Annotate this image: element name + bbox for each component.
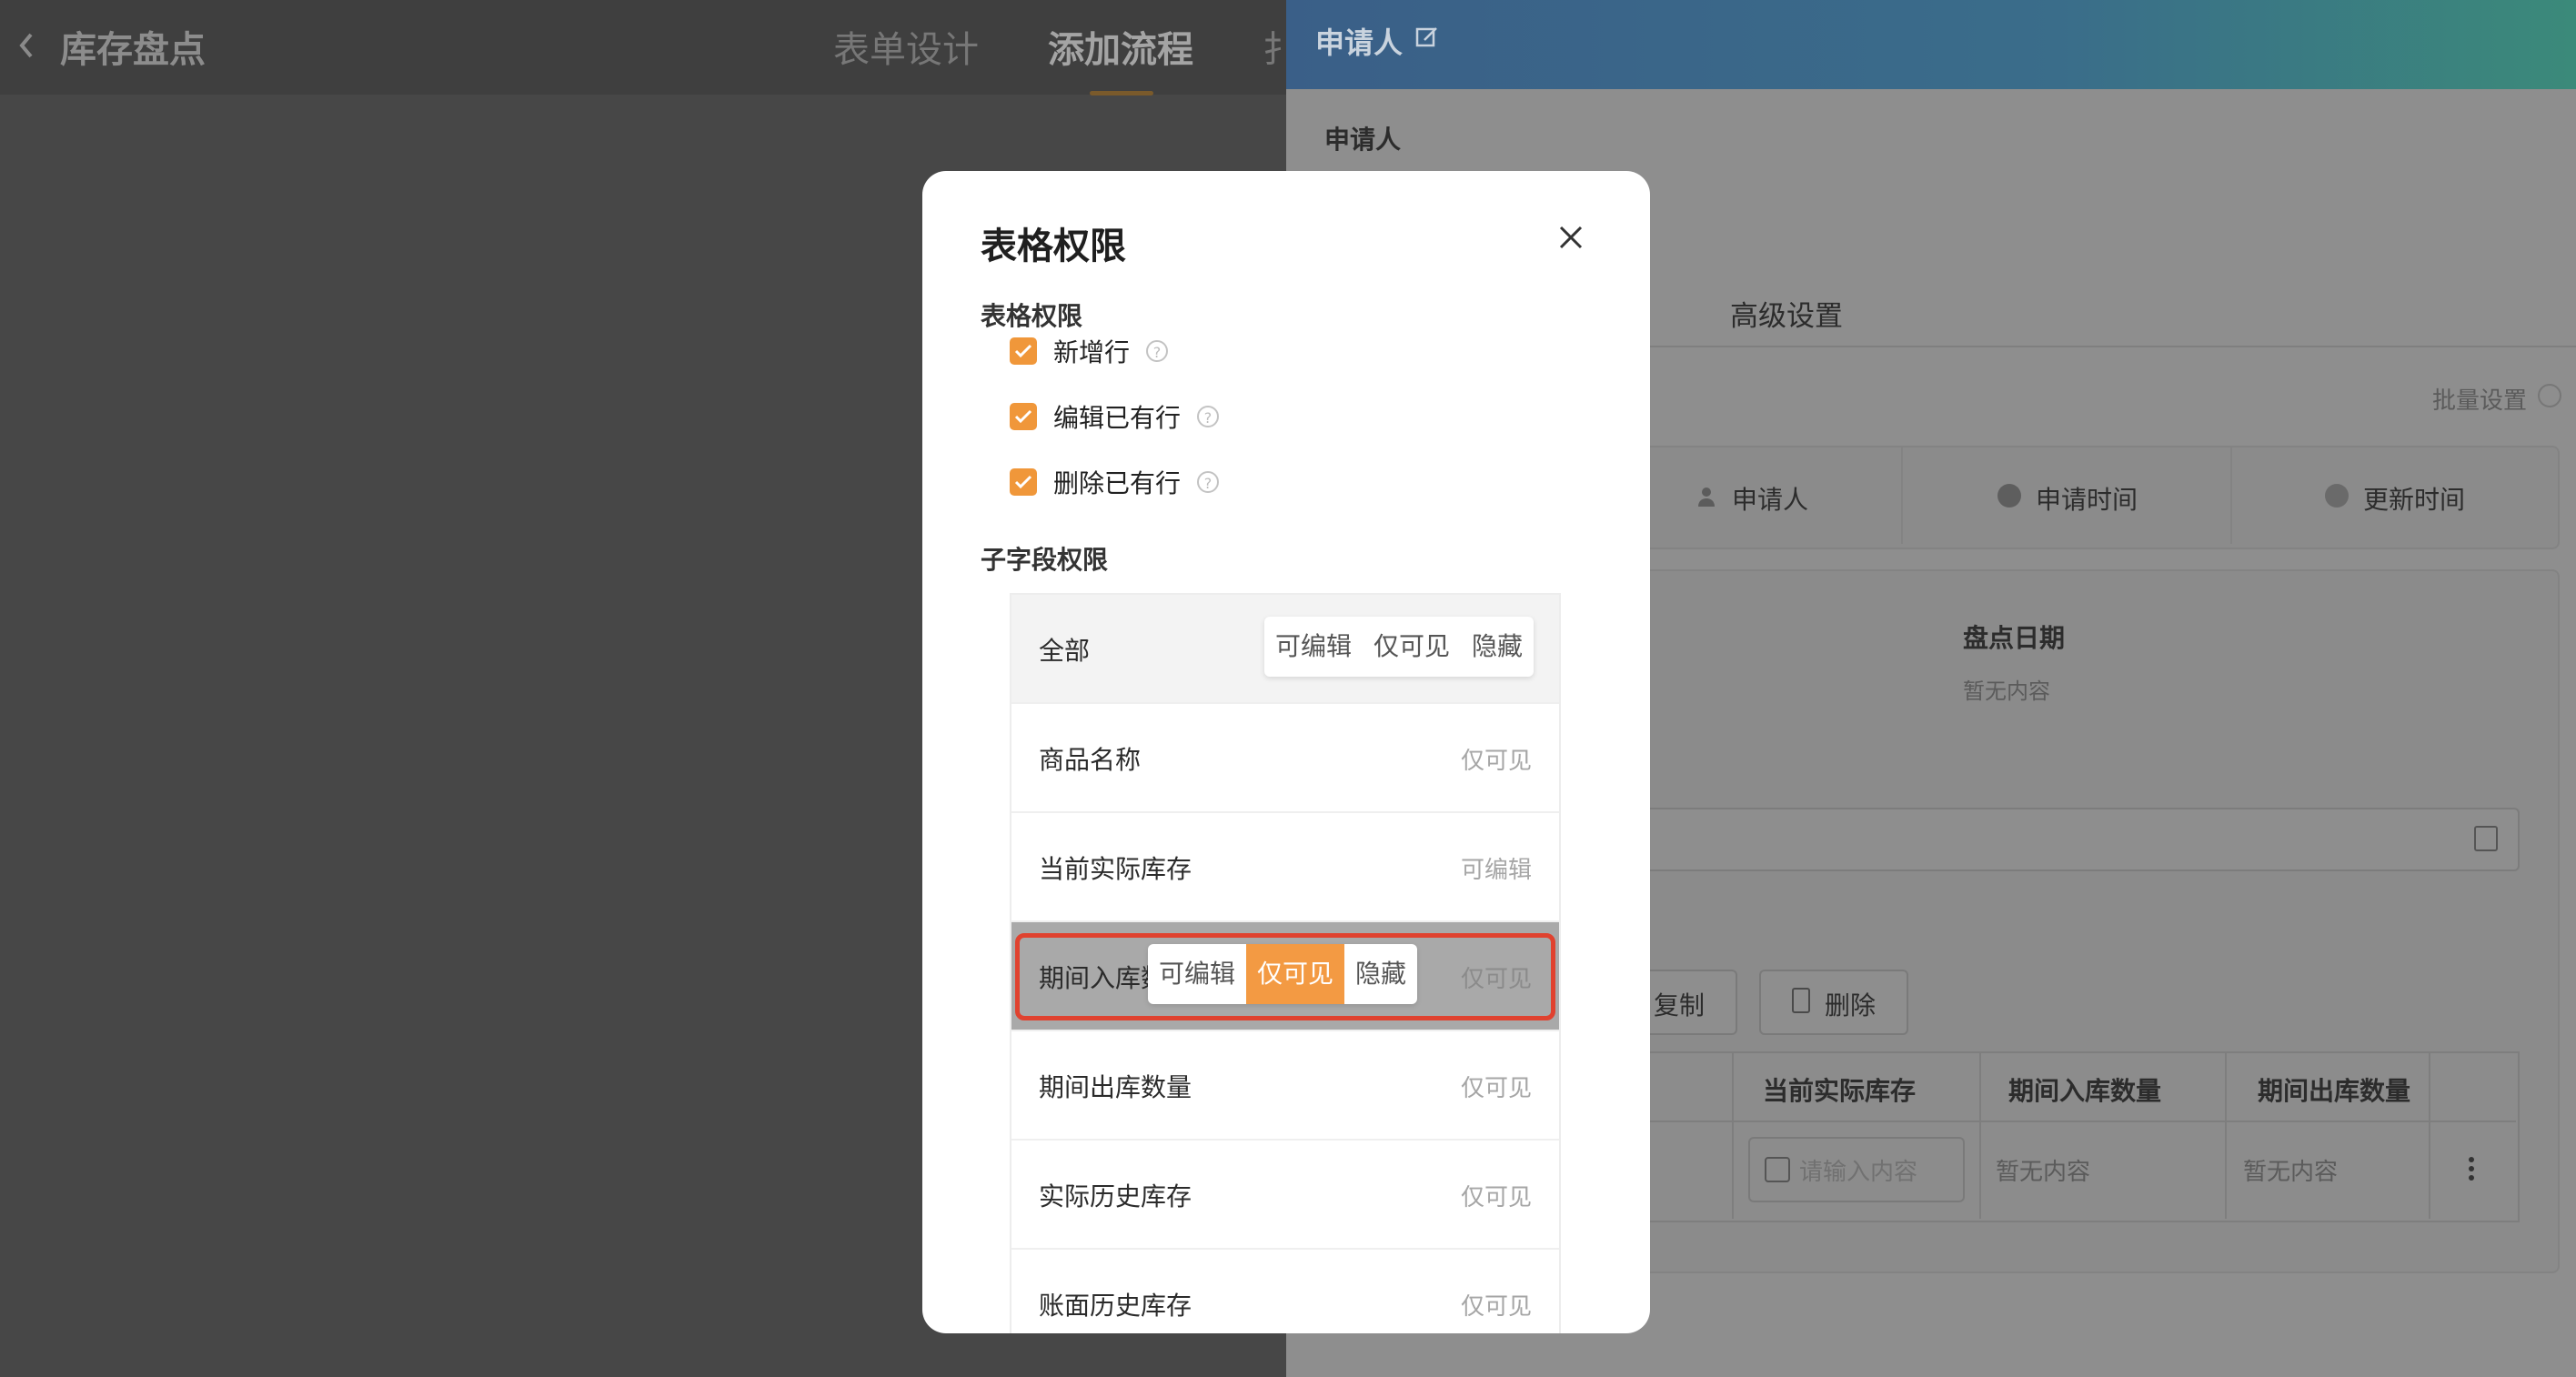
date-field-empty: 暂无内容 bbox=[1963, 678, 2050, 704]
field-apply-time[interactable]: 申请时间 bbox=[2036, 480, 2138, 517]
checkbox-checked[interactable] bbox=[1010, 468, 1037, 496]
divider bbox=[2225, 1051, 2227, 1219]
help-icon[interactable]: ? bbox=[1197, 406, 1220, 427]
option-view-only[interactable]: 仅可见 bbox=[1363, 617, 1461, 677]
active-tab-indicator bbox=[1090, 91, 1153, 95]
list-item[interactable]: 商品名称 仅可见 bbox=[1011, 704, 1559, 813]
tab-advanced-settings[interactable]: 高级设置 bbox=[1730, 293, 1843, 334]
drawer-title: 申请人 bbox=[1315, 25, 1404, 60]
list-item-name: 账面历史库存 bbox=[1039, 1291, 1192, 1321]
editor-header: 库存盘点 表单设计 添加流程 扌 bbox=[0, 0, 1299, 95]
table-header: 当前实际库存 bbox=[1763, 1076, 1917, 1106]
divider bbox=[2230, 447, 2232, 544]
list-item[interactable]: 当前实际库存 可编辑 bbox=[1011, 813, 1559, 922]
page-title: 库存盘点 bbox=[60, 29, 206, 71]
list-item-permission[interactable]: 仅可见 bbox=[1461, 1179, 1532, 1212]
help-icon[interactable]: ? bbox=[1197, 471, 1220, 493]
list-item-name: 当前实际库存 bbox=[1039, 854, 1192, 884]
user-icon bbox=[1697, 486, 1716, 508]
list-item-permission[interactable]: 仅可见 bbox=[1461, 742, 1532, 776]
close-icon[interactable] bbox=[1555, 222, 1586, 253]
inventory-input-placeholder: 请输入内容 bbox=[1799, 1159, 1918, 1186]
divider bbox=[1979, 1051, 1981, 1219]
checkbox-row-add[interactable]: 新增行 ? bbox=[1010, 333, 1169, 369]
subfield-permission-section-title: 子字段权限 bbox=[981, 545, 1109, 575]
copy-button-label: 复制 bbox=[1654, 990, 1706, 1020]
date-field-label: 盘点日期 bbox=[1963, 623, 2066, 653]
number-icon bbox=[1765, 1157, 1790, 1182]
highlight-box bbox=[1015, 933, 1555, 1020]
table-header: 期间出库数量 bbox=[2258, 1076, 2411, 1106]
field-update-time[interactable]: 更新时间 bbox=[2363, 480, 2465, 517]
list-item-name: 实际历史库存 bbox=[1039, 1181, 1192, 1211]
checkbox-label: 删除已有行 bbox=[1053, 468, 1182, 498]
table-permission-section-title: 表格权限 bbox=[981, 301, 1083, 331]
clock-icon bbox=[1997, 484, 2021, 508]
table-permission-modal: 表格权限 表格权限 新增行 ? 编辑已有行 ? 删除已有行 ? 子字段权限 全部… bbox=[922, 171, 1650, 1333]
divider bbox=[2429, 1051, 2430, 1219]
list-item[interactable]: 账面历史库存 仅可见 bbox=[1011, 1250, 1559, 1333]
list-item-name: 商品名称 bbox=[1039, 745, 1142, 775]
calendar-icon bbox=[2474, 826, 2498, 851]
drawer-header: 申请人 bbox=[1286, 0, 2576, 89]
checkbox-row-delete[interactable]: 删除已有行 ? bbox=[1010, 464, 1220, 500]
edit-icon[interactable] bbox=[1415, 25, 1439, 49]
checkbox-checked[interactable] bbox=[1010, 403, 1037, 430]
table-cell: 暂无内容 bbox=[2243, 1159, 2339, 1186]
checkbox-checked[interactable] bbox=[1010, 337, 1037, 365]
batch-permission-selector: 可编辑 仅可见 隐藏 bbox=[1264, 617, 1535, 677]
table-header: 期间入库数量 bbox=[2008, 1076, 2162, 1106]
option-editable[interactable]: 可编辑 bbox=[1264, 617, 1363, 677]
tab-add-process[interactable]: 添加流程 bbox=[1048, 20, 1193, 73]
trash-icon bbox=[1792, 988, 1810, 1013]
more-vertical-icon[interactable] bbox=[2469, 1157, 2474, 1181]
help-icon bbox=[2538, 384, 2561, 407]
divider bbox=[1901, 447, 1903, 544]
help-icon[interactable]: ? bbox=[1146, 340, 1169, 362]
table-cell: 暂无内容 bbox=[1996, 1159, 2091, 1186]
option-hidden[interactable]: 隐藏 bbox=[1461, 617, 1534, 677]
list-item-name: 期间出库数量 bbox=[1039, 1072, 1192, 1102]
field-applicant[interactable]: 申请人 bbox=[1732, 480, 1808, 517]
batch-settings-link[interactable]: 批量设置 bbox=[2432, 382, 2527, 416]
list-item-permission[interactable]: 可编辑 bbox=[1461, 851, 1532, 885]
list-item-permission[interactable]: 仅可见 bbox=[1461, 1288, 1532, 1322]
date-input[interactable] bbox=[1637, 808, 2520, 871]
chevron-left-icon[interactable] bbox=[16, 27, 36, 64]
checkbox-label: 新增行 bbox=[1053, 337, 1131, 367]
list-item-permission[interactable]: 仅可见 bbox=[1461, 1070, 1532, 1103]
checkbox-label: 编辑已有行 bbox=[1053, 403, 1182, 433]
list-item-all: 全部 可编辑 仅可见 隐藏 bbox=[1011, 595, 1559, 704]
globe-icon bbox=[2325, 484, 2349, 508]
drawer-section-label: 申请人 bbox=[1324, 125, 1402, 155]
tab-form-design[interactable]: 表单设计 bbox=[833, 20, 979, 73]
list-item-name: 全部 bbox=[1039, 636, 1091, 666]
list-item[interactable]: 实际历史库存 仅可见 bbox=[1011, 1141, 1559, 1250]
delete-button-label: 删除 bbox=[1825, 990, 1877, 1020]
divider bbox=[1637, 1121, 2516, 1122]
modal-title: 表格权限 bbox=[981, 226, 1126, 267]
list-item[interactable]: 期间出库数量 仅可见 bbox=[1011, 1031, 1559, 1141]
divider bbox=[1732, 1051, 1734, 1219]
checkbox-row-edit[interactable]: 编辑已有行 ? bbox=[1010, 398, 1220, 435]
